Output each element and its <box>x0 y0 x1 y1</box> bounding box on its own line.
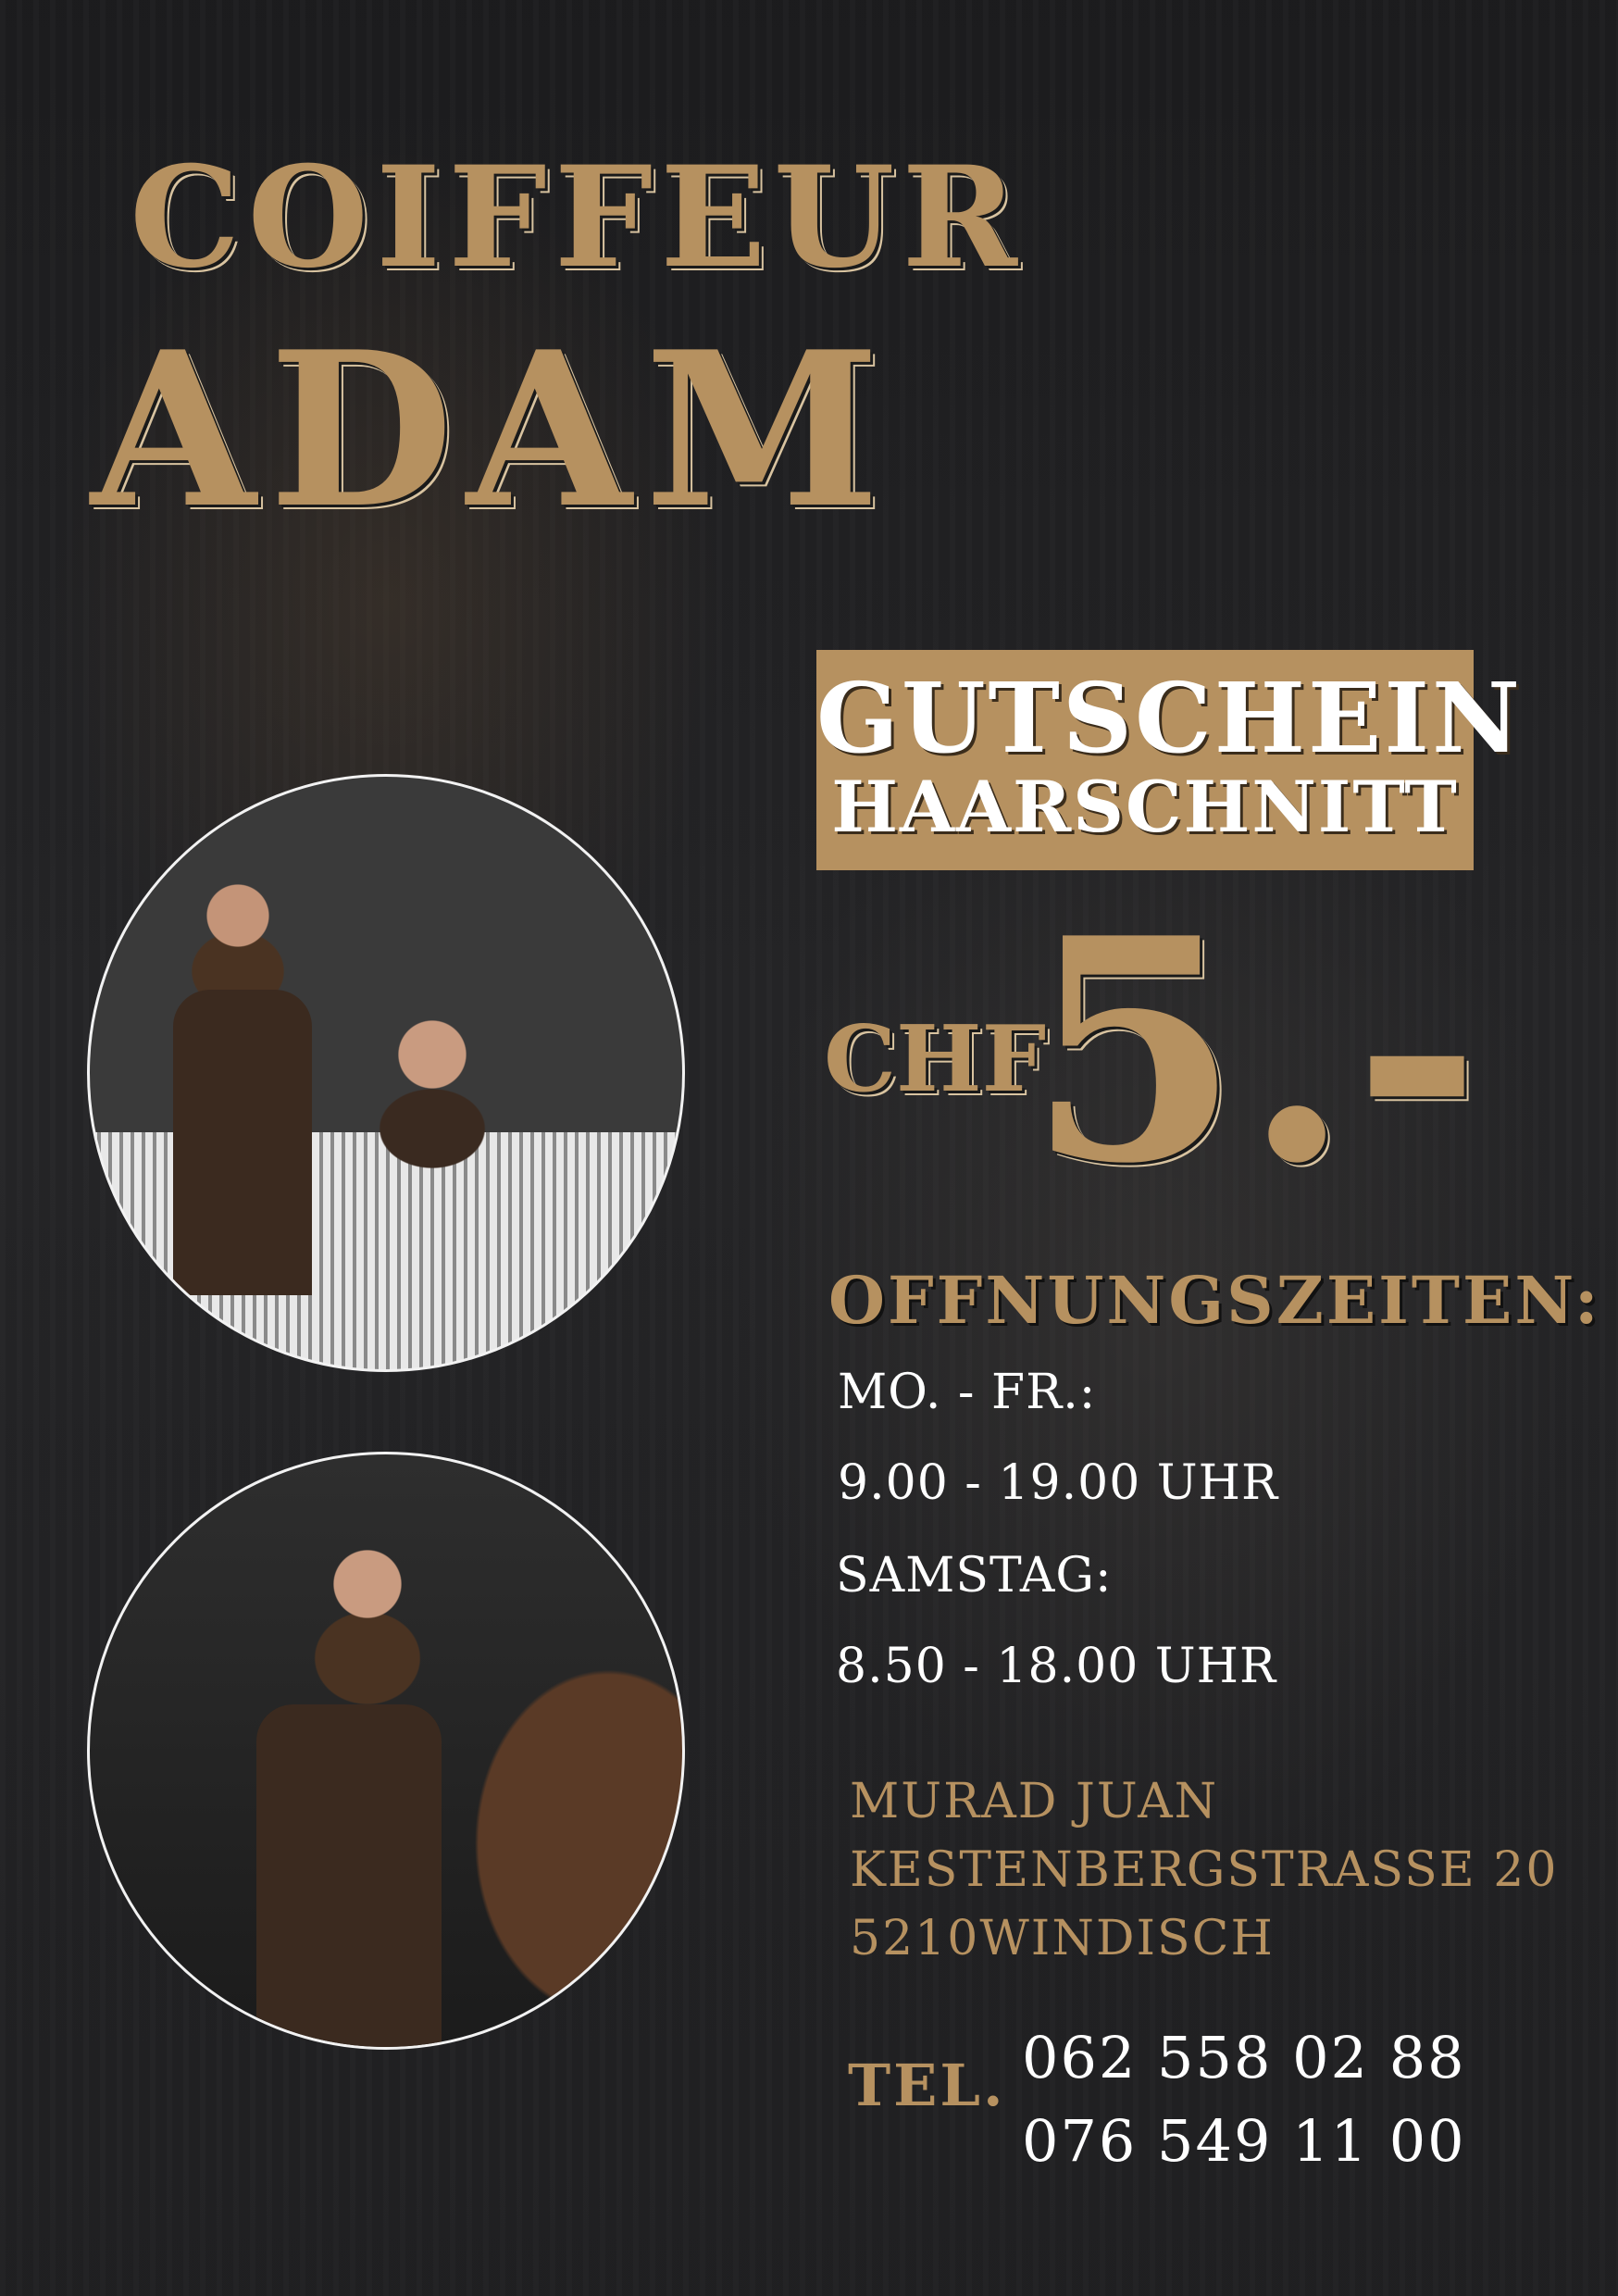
phone-number-2: 076 549 11 00 <box>1022 2107 1466 2175</box>
address-name: MURAD JUAN <box>850 1774 1219 1829</box>
opening-hours-title: OFFNUNGSZEITEN: <box>828 1262 1601 1339</box>
voucher-box: GUTSCHEIN HAARSCHNITT <box>816 650 1524 870</box>
barber-photo-2 <box>87 1452 685 2050</box>
address-city: 5210WINDISCH <box>850 1911 1275 1966</box>
weekday-time: 9.00 - 19.00 UHR <box>838 1455 1279 1511</box>
voucher-subtitle: HAARSCHNITT <box>831 766 1459 848</box>
apron-shape <box>256 1704 442 2047</box>
brand-line-1: COIFFEUR <box>130 136 1026 299</box>
apron-shape <box>173 990 312 1295</box>
price-currency: CHF <box>824 1006 1047 1113</box>
saturday-time: 8.50 - 18.00 UHR <box>836 1639 1277 1694</box>
saturday-label: SAMSTAG: <box>836 1548 1113 1603</box>
brand-line-2: ADAM <box>91 306 893 555</box>
voucher-title: GUTSCHEIN <box>816 661 1524 775</box>
phone-number-1: 062 558 02 88 <box>1022 2024 1466 2091</box>
price-amount: 5.- <box>1027 871 1485 1230</box>
barber-photo-1 <box>87 774 685 1372</box>
address-street: KESTENBERGSTRASSE 20 <box>850 1842 1559 1898</box>
tel-label: TEL. <box>848 2052 1006 2119</box>
weekday-label: MO. - FR.: <box>838 1365 1097 1420</box>
